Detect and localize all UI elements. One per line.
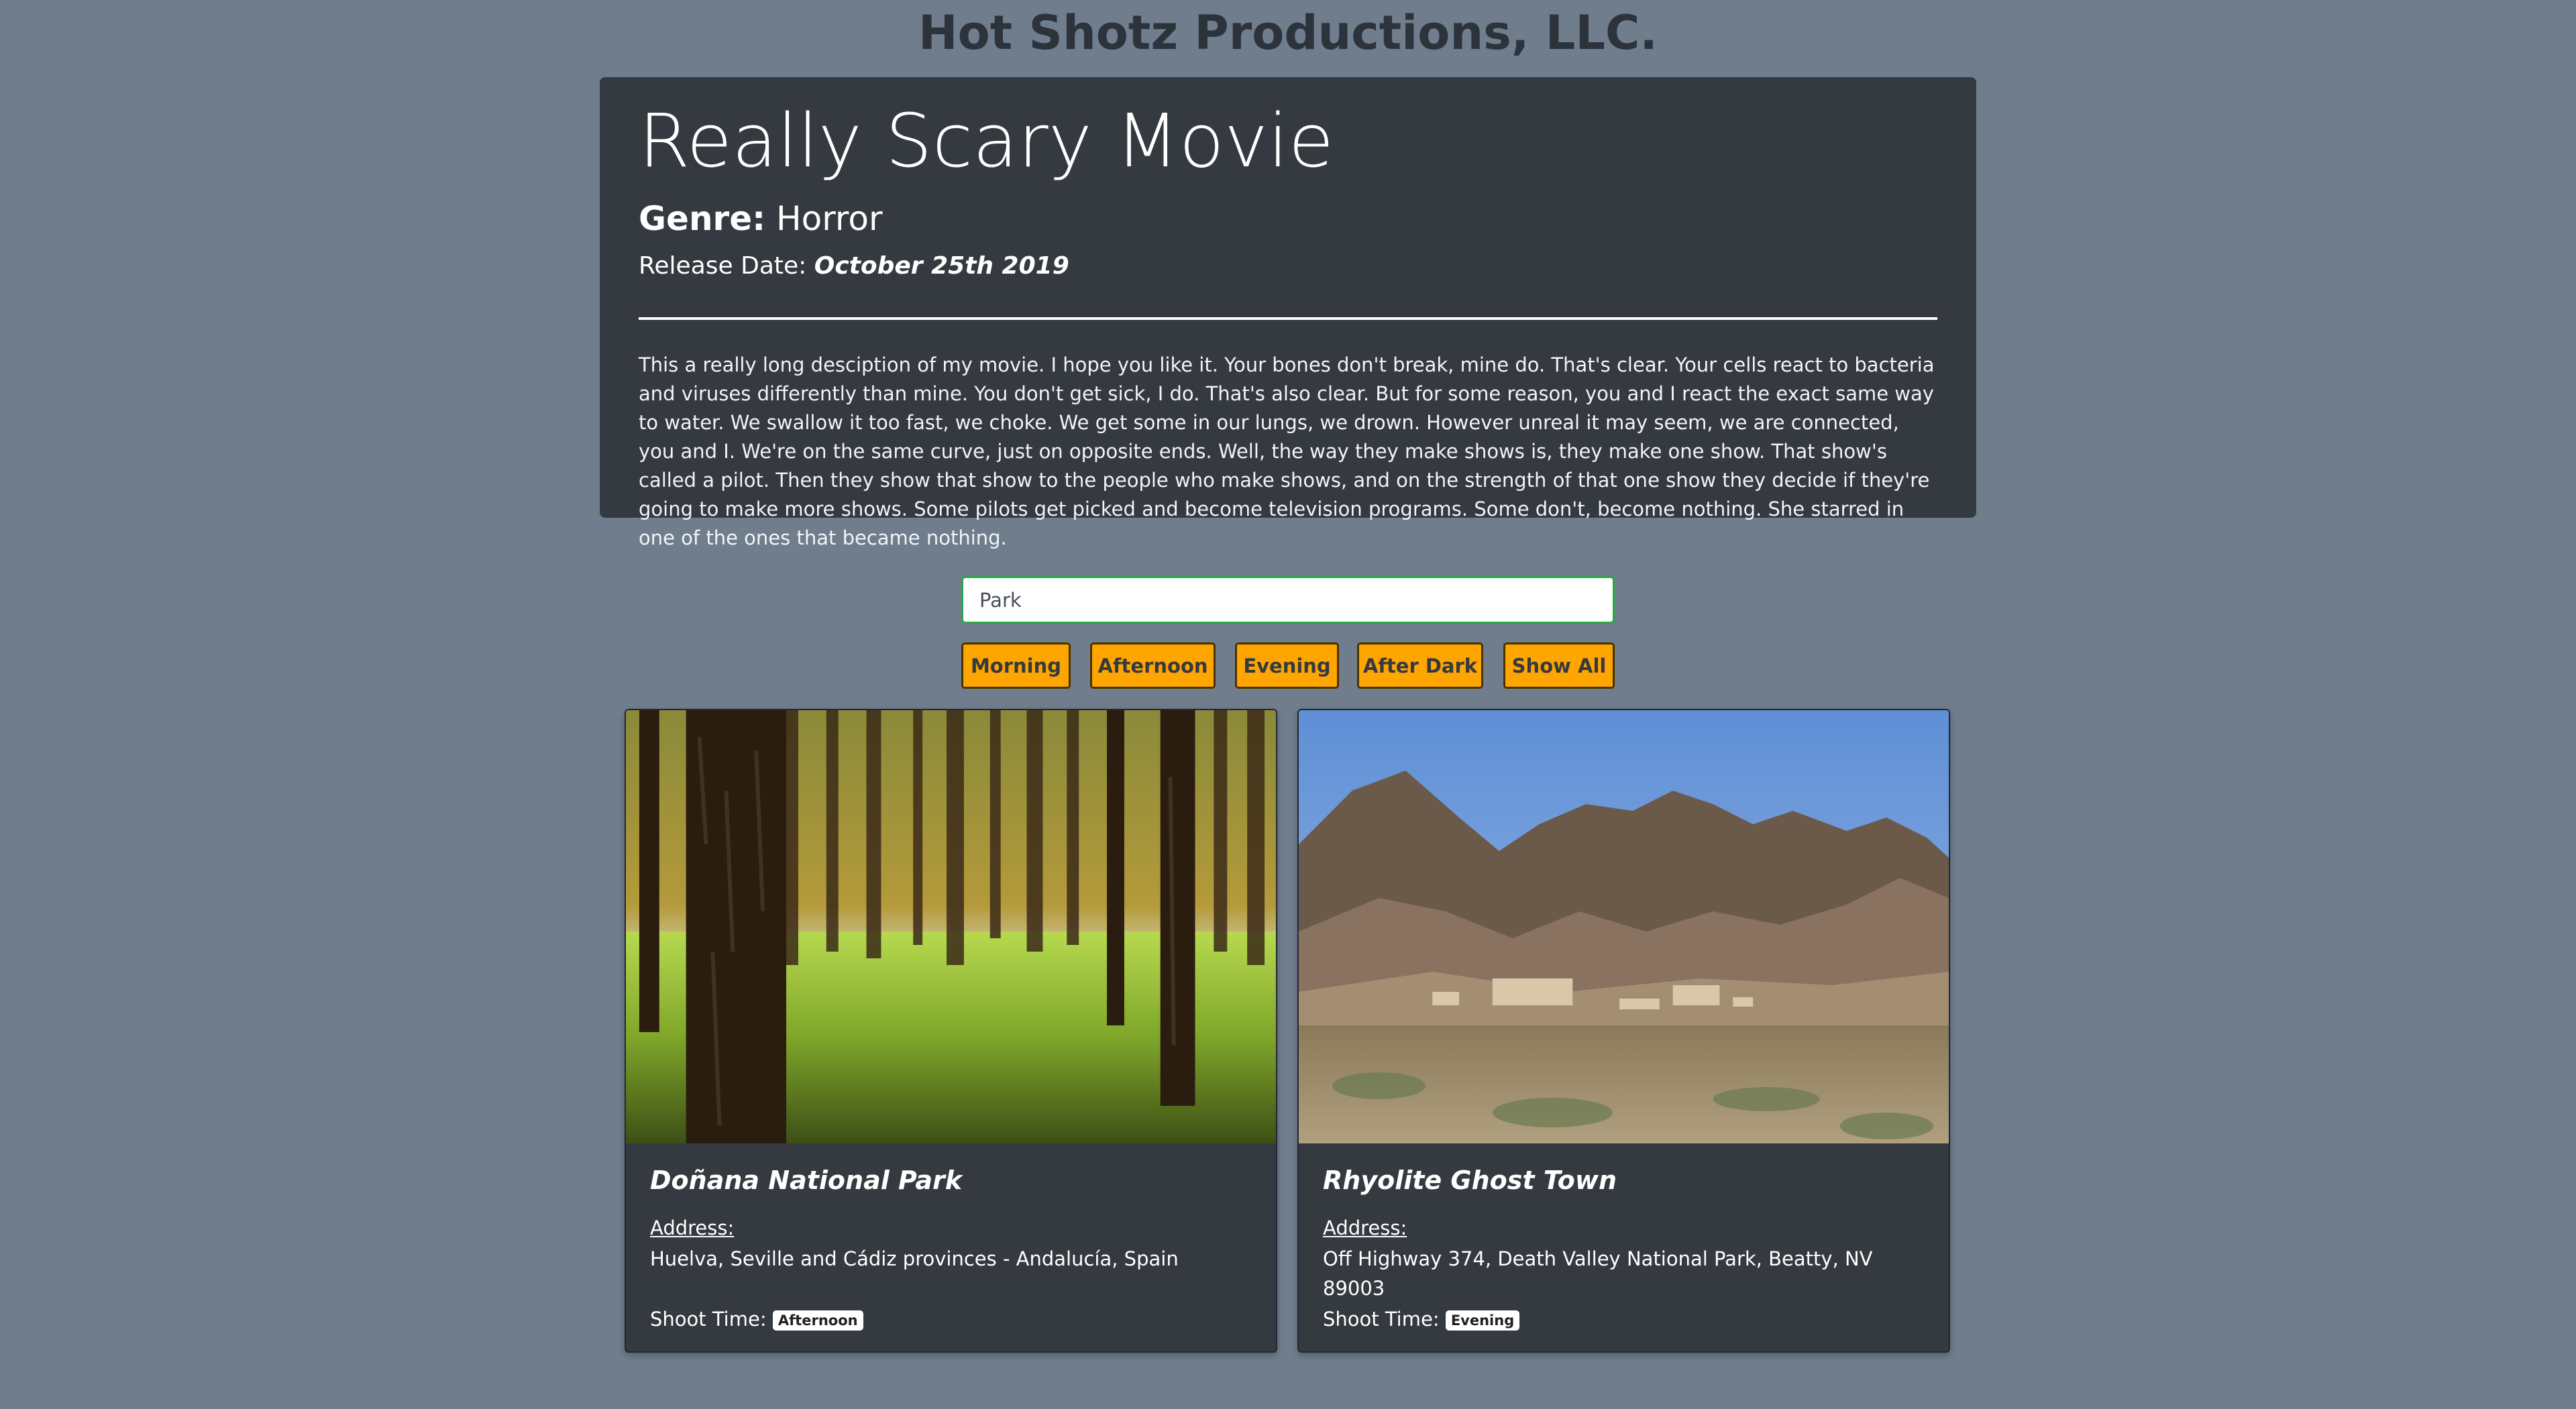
address-label: Address: [1323,1217,1407,1239]
shoot-time-label: Shoot Time: [650,1308,767,1331]
address-value: Off Highway 374, Death Valley National P… [1323,1247,1873,1300]
location-card[interactable]: Rhyolite Ghost Town Address: Off Highway… [1297,709,1950,1353]
shoot-time-label: Shoot Time: [1323,1308,1440,1331]
address-value: Huelva, Seville and Cádiz provinces - An… [650,1247,1179,1270]
desert-mountains-photo [1299,710,1949,1143]
movie-description: This a really long desciption of my movi… [639,353,1935,549]
movie-info-panel: Really Scary Movie Genre: Horror Release… [600,77,1976,549]
shoot-time-line: Shoot Time: Evening [1323,1304,1520,1334]
release-date-line: Release Date: October 25th 2019 [639,247,1937,285]
shoot-time-badge: Afternoon [772,1310,863,1331]
release-date-value: October 25th 2019 [814,252,1069,280]
location-name: Rhyolite Ghost Town [1323,1166,1617,1195]
location-card[interactable]: Doñana National Park Address: Huelva, Se… [625,709,1277,1353]
shoot-time-filters: Morning Afternoon Evening After Dark Sho… [961,642,1615,689]
divider [639,317,1937,320]
movie-title: Really Scary Movie [639,98,1334,184]
address-label: Address: [650,1217,735,1239]
shoot-time-line: Shoot Time: Afternoon [650,1304,863,1334]
filter-evening-button[interactable]: Evening [1235,642,1339,689]
search-container [961,576,1615,624]
genre-value: Horror [776,199,883,238]
location-search-input[interactable] [961,576,1615,624]
release-date-label: Release Date: [639,252,807,280]
shoot-time-badge: Evening [1445,1310,1520,1331]
location-name: Doñana National Park [650,1166,963,1195]
genre-line: Genre: Horror [639,195,1937,242]
filter-after-dark-button[interactable]: After Dark [1357,642,1483,689]
filter-morning-button[interactable]: Morning [961,642,1071,689]
forest-photo [626,710,1276,1143]
filter-afternoon-button[interactable]: Afternoon [1090,642,1216,689]
site-title: Hot Shotz Productions, LLC. [918,5,1658,60]
genre-label: Genre: [639,199,766,238]
filter-show-all-button[interactable]: Show All [1503,642,1615,689]
